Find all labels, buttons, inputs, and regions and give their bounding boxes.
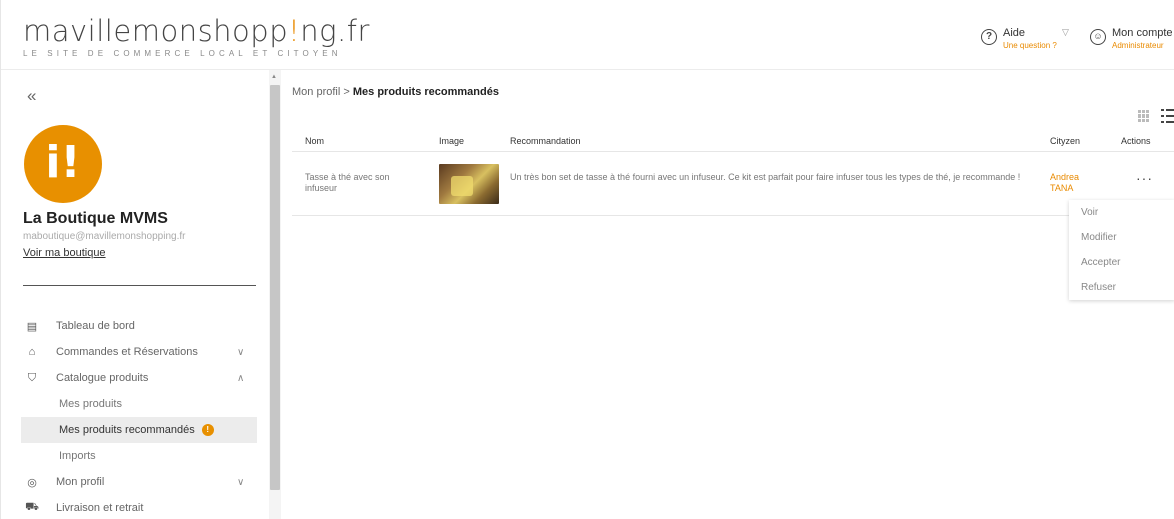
sidebar-item-label: Livraison et retrait (56, 502, 144, 514)
logo-wordmark: mavillemonshopp!ng.fr (23, 14, 370, 48)
shop-name: La Boutique MVMS (23, 210, 168, 227)
sidebar-nav: ▤ Tableau de bord ⌂ Commandes et Réserva… (1, 313, 269, 519)
collapse-sidebar-icon[interactable]: « (27, 86, 36, 106)
app-frame: mavillemonshopp!ng.fr LE SITE DE COMMERC… (0, 0, 1174, 519)
column-header-image: Image (439, 136, 465, 146)
breadcrumb-separator: > (343, 86, 350, 98)
truck-icon: ⛟ (25, 501, 39, 513)
scroll-up-icon[interactable]: ▲ (271, 74, 277, 80)
dashboard-icon: ▤ (26, 320, 38, 333)
breadcrumb: Mon profil > Mes produits recommandés (292, 86, 499, 98)
sidebar-item-label: Catalogue produits (56, 372, 149, 384)
question-icon: ? (981, 29, 997, 45)
site-logo[interactable]: mavillemonshopp!ng.fr LE SITE DE COMMERC… (23, 14, 370, 58)
breadcrumb-parent[interactable]: Mon profil (292, 86, 340, 98)
actions-dropdown-menu: Voir Modifier Accepter Refuser (1069, 200, 1174, 300)
sidebar-subitem-my-products[interactable]: Mes produits (1, 391, 269, 417)
column-header-cityzen: Cityzen (1050, 136, 1081, 146)
product-image (439, 164, 499, 204)
grid-view-icon[interactable] (1138, 110, 1150, 122)
scroll-thumb[interactable] (270, 85, 280, 490)
sidebar-item-delivery[interactable]: ⛟ Livraison et retrait (1, 495, 269, 519)
logo-tagline: LE SITE DE COMMERCE LOCAL ET CITOYEN (23, 49, 342, 58)
list-view-icon[interactable] (1161, 108, 1174, 124)
sidebar-scrollbar[interactable]: ▲ (269, 70, 281, 519)
chevron-up-icon: ∧ (237, 372, 245, 384)
recommendations-table: Nom Image Recommandation Cityzen Actions… (292, 133, 1174, 216)
help-menu[interactable]: ? Aide Une question ? ▽ (981, 27, 1069, 51)
sidebar-item-label: Commandes et Réservations (56, 346, 198, 358)
user-icon: ☺ (1090, 29, 1106, 45)
account-menu[interactable]: ☺ Mon compte Administrateur (1090, 27, 1173, 51)
sidebar-subitem-recommended[interactable]: Mes produits recommandés ! (21, 417, 257, 443)
chevron-down-icon: ∨ (237, 476, 245, 488)
menu-item-edit[interactable]: Modifier (1069, 225, 1174, 250)
tshirt-icon: ⛉ (27, 371, 37, 384)
menu-item-accept[interactable]: Accepter (1069, 250, 1174, 275)
recommendation-text: Un très bon set de tasse à thé fourni av… (510, 172, 1021, 182)
sidebar-item-catalog[interactable]: ⛉ Catalogue produits ∧ (1, 365, 269, 391)
menu-item-refuse[interactable]: Refuser (1069, 275, 1174, 300)
sidebar-divider (23, 285, 256, 286)
sidebar: « i! La Boutique MVMS maboutique@maville… (1, 70, 269, 519)
more-actions-icon[interactable]: ··· (1136, 170, 1153, 186)
view-shop-link[interactable]: Voir ma boutique (23, 247, 106, 259)
table-row[interactable]: Tasse à thé avec son infuseur Un très bo… (292, 151, 1174, 216)
shopping-bag-icon: ⌂ (28, 346, 36, 358)
help-title: Aide (1003, 27, 1026, 39)
sidebar-item-label: Mon profil (56, 476, 105, 488)
cityzen-link[interactable]: Andrea TANA (1050, 172, 1100, 194)
user-circle-icon: ◎ (27, 476, 37, 489)
sidebar-item-dashboard[interactable]: ▤ Tableau de bord (1, 313, 269, 339)
product-name: Tasse à thé avec son infuseur (305, 172, 390, 193)
column-header-name: Nom (305, 136, 325, 146)
account-title: Mon compte (1112, 27, 1173, 39)
sidebar-item-label: Tableau de bord (56, 320, 135, 332)
top-header: mavillemonshopp!ng.fr LE SITE DE COMMERC… (1, 0, 1174, 70)
alert-badge: ! (201, 424, 214, 436)
chevron-down-icon: ▽ (1062, 27, 1069, 37)
sidebar-item-profile[interactable]: ◎ Mon profil ∨ (1, 469, 269, 495)
sidebar-item-label: Mes produits recommandés (59, 424, 195, 436)
sidebar-subitem-imports[interactable]: Imports (1, 443, 269, 469)
column-header-actions: Actions (1121, 136, 1151, 146)
table-header: Nom Image Recommandation Cityzen Actions (292, 133, 1174, 149)
menu-item-view[interactable]: Voir (1069, 200, 1174, 225)
column-header-recommendation: Recommandation (510, 136, 581, 146)
main-content: Mon profil > Mes produits recommandés No… (281, 70, 1174, 519)
sidebar-item-orders[interactable]: ⌂ Commandes et Réservations ∨ (1, 339, 269, 365)
shop-email: maboutique@mavillemonshopping.fr (23, 231, 186, 242)
breadcrumb-current: Mes produits recommandés (352, 86, 499, 98)
help-subtitle: Une question ? (1003, 41, 1057, 50)
account-role: Administrateur (1112, 41, 1164, 50)
avatar: i! (24, 125, 102, 203)
chevron-down-icon: ∨ (237, 346, 245, 358)
